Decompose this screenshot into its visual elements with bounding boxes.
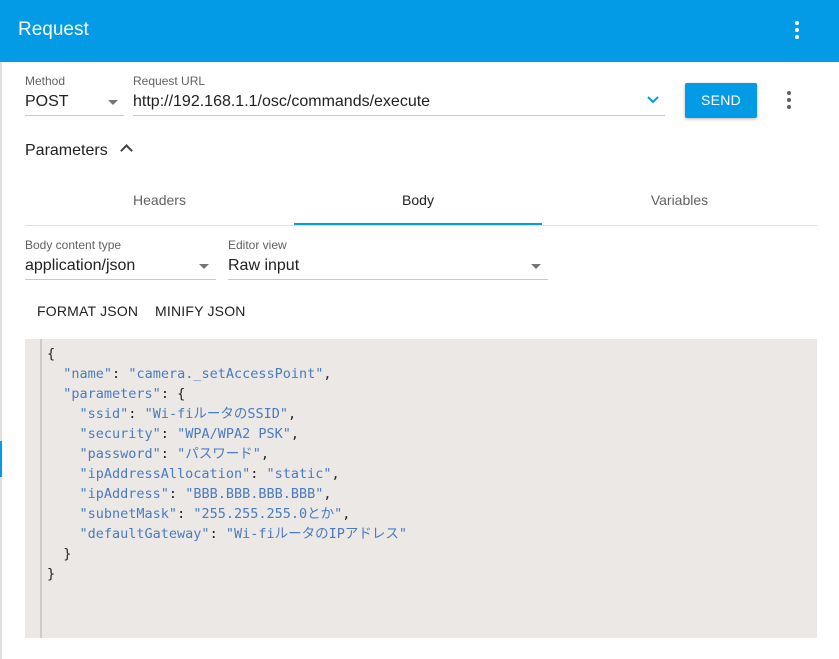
json-punctuation <box>47 486 80 502</box>
json-punctuation <box>47 386 63 402</box>
url-input[interactable]: http://192.168.1.1/osc/commands/execute <box>133 93 430 111</box>
json-punctuation: : <box>112 366 129 382</box>
json-punctuation: , <box>290 426 299 442</box>
json-punctuation: , <box>323 366 332 382</box>
json-punctuation: , <box>342 506 351 522</box>
json-key: "ipAddressAllocation" <box>79 466 251 482</box>
editor-gutter <box>40 339 42 638</box>
json-punctuation <box>47 506 80 522</box>
send-button[interactable]: SEND <box>685 83 757 118</box>
json-string: "255.255.255.0とか" <box>193 506 343 522</box>
code-line: } <box>47 564 407 584</box>
json-key: "ssid" <box>79 406 129 422</box>
json-punctuation: : <box>209 526 226 542</box>
code-line: "ipAddress": "BBB.BBB.BBB.BBB", <box>47 484 407 504</box>
app-title: Request <box>18 19 89 40</box>
json-key: "subnetMask" <box>79 506 178 522</box>
json-string: "Wi-fiルータのIPアドレス" <box>225 526 407 542</box>
arrow-drop-down-icon[interactable] <box>199 264 209 269</box>
json-punctuation: : <box>250 466 267 482</box>
arrow-drop-down-icon[interactable] <box>531 264 541 269</box>
json-punctuation <box>47 406 80 422</box>
minify-json-button[interactable]: MINIFY JSON <box>155 303 246 319</box>
parameters-label: Parameters <box>25 142 108 159</box>
content-type-label: Body content type <box>25 238 122 252</box>
more-vert-icon[interactable] <box>778 89 800 113</box>
tab-variables[interactable]: Variables <box>542 180 817 226</box>
method-underline <box>25 115 124 116</box>
chevron-up-icon[interactable] <box>120 144 133 157</box>
code-line: { <box>47 344 407 364</box>
side-rail <box>0 62 2 659</box>
editor-view-select[interactable]: Raw input <box>228 257 299 275</box>
json-string: "Wi-fiルータのSSID" <box>144 406 288 422</box>
tab-body[interactable]: Body <box>294 180 542 226</box>
json-punctuation: : <box>160 446 178 462</box>
method-select[interactable]: POST <box>25 93 69 111</box>
json-punctuation: : { <box>160 386 186 402</box>
json-key: "parameters" <box>63 386 161 402</box>
code-line: "defaultGateway": "Wi-fiルータのIPアドレス" <box>47 524 407 544</box>
json-punctuation: } <box>47 566 56 582</box>
json-punctuation <box>47 466 80 482</box>
json-key: "security" <box>79 426 161 442</box>
code-line: } <box>47 544 407 564</box>
json-punctuation: { <box>47 346 56 362</box>
json-punctuation <box>47 526 80 542</box>
json-punctuation: : <box>128 406 145 422</box>
code-line: "parameters": { <box>47 384 407 404</box>
code-editor[interactable]: { "name": "camera._setAccessPoint", "par… <box>25 339 817 638</box>
json-key: "ipAddress" <box>79 486 169 502</box>
code-line: "subnetMask": "255.255.255.0とか", <box>47 504 407 524</box>
json-key: "defaultGateway" <box>79 526 210 542</box>
json-punctuation: , <box>323 486 332 502</box>
json-string: "パスワード" <box>177 446 261 462</box>
json-string: "camera._setAccessPoint" <box>128 366 324 382</box>
json-key: "name" <box>63 366 113 382</box>
json-punctuation: , <box>331 466 340 482</box>
chevron-down-icon[interactable] <box>646 93 660 107</box>
editor-view-underline <box>228 279 548 280</box>
code-line: "security": "WPA/WPA2 PSK", <box>47 424 407 444</box>
json-punctuation <box>47 366 63 382</box>
json-punctuation: : <box>168 486 186 502</box>
json-punctuation <box>47 426 80 442</box>
app-bar: Request <box>0 0 839 62</box>
json-body[interactable]: { "name": "camera._setAccessPoint", "par… <box>47 344 407 584</box>
json-punctuation: , <box>260 446 269 462</box>
parameters-toggle[interactable]: Parameters <box>25 142 133 164</box>
json-punctuation: , <box>287 406 297 422</box>
editor-view-label: Editor view <box>228 238 287 252</box>
json-punctuation: : <box>177 506 194 522</box>
json-punctuation: : <box>160 426 178 442</box>
more-vert-icon[interactable] <box>786 19 808 43</box>
json-string: "BBB.BBB.BBB.BBB" <box>185 486 324 502</box>
json-punctuation <box>47 446 80 462</box>
json-string: "WPA/WPA2 PSK" <box>177 426 291 442</box>
url-label: Request URL <box>133 74 206 88</box>
url-underline <box>133 115 665 116</box>
format-json-button[interactable]: FORMAT JSON <box>37 303 138 319</box>
tab-active-indicator <box>294 223 542 225</box>
code-line: "password": "パスワード", <box>47 444 407 464</box>
tab-headers[interactable]: Headers <box>25 180 294 226</box>
parameters-tabs: Headers Body Variables <box>25 180 817 226</box>
arrow-drop-down-icon[interactable] <box>108 100 118 105</box>
code-line: "ssid": "Wi-fiルータのSSID", <box>47 404 407 424</box>
code-line: "ipAddressAllocation": "static", <box>47 464 407 484</box>
content-type-underline <box>25 279 216 280</box>
json-key: "password" <box>79 446 161 462</box>
method-label: Method <box>25 74 66 88</box>
side-rail-indicator <box>0 441 2 477</box>
content-type-select[interactable]: application/json <box>25 257 135 275</box>
json-punctuation: } <box>47 546 72 562</box>
code-line: "name": "camera._setAccessPoint", <box>47 364 407 384</box>
json-string: "static" <box>266 466 332 482</box>
